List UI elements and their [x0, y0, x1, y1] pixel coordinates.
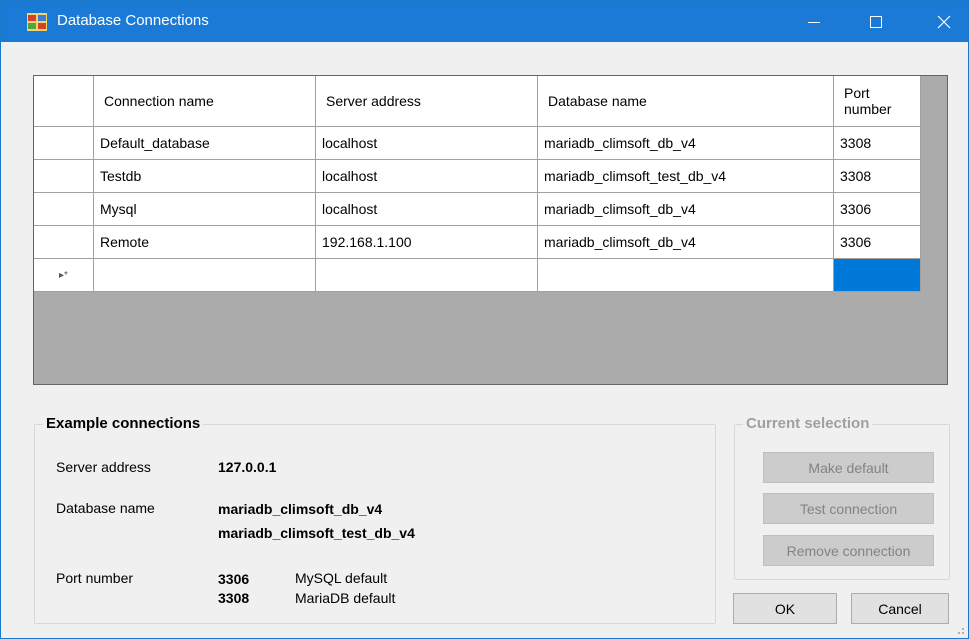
cell-port-number[interactable]: 3306 — [834, 193, 921, 226]
row-header[interactable] — [34, 226, 94, 259]
port-desc-1: MySQL default — [295, 570, 388, 586]
cell-connection-name[interactable]: Remote — [94, 226, 316, 259]
close-button[interactable] — [921, 1, 967, 42]
database-app-icon — [27, 13, 47, 31]
cell-database-name[interactable]: mariadb_climsoft_db_v4 — [538, 193, 834, 226]
server-address-value: 127.0.0.1 — [218, 459, 277, 475]
row-header-corner[interactable] — [34, 76, 94, 127]
cell-connection-name[interactable]: Testdb — [94, 160, 316, 193]
column-header-database-name[interactable]: Database name — [538, 76, 834, 127]
cell-server-address[interactable]: localhost — [316, 193, 538, 226]
example-connections-title: Example connections — [43, 415, 204, 432]
port-desc-2: MariaDB default — [295, 590, 396, 606]
connections-grid[interactable]: Connection name Server address Database … — [33, 75, 948, 385]
table-row[interactable]: Default_database localhost mariadb_clims… — [34, 127, 921, 160]
cell-database-name[interactable]: mariadb_climsoft_db_v4 — [538, 127, 834, 160]
cell-port-number-selected[interactable] — [834, 259, 921, 292]
cell-connection-name[interactable]: Mysql — [94, 193, 316, 226]
server-address-label: Server address — [56, 459, 151, 475]
make-default-button[interactable]: Make default — [763, 452, 934, 483]
database-name-value-2: mariadb_climsoft_test_db_v4 — [218, 525, 415, 541]
current-selection-group: Current selection Make default Test conn… — [734, 415, 950, 580]
cell-port-number[interactable]: 3308 — [834, 127, 921, 160]
database-name-label: Database name — [56, 500, 155, 516]
window-title: Database Connections — [57, 12, 209, 29]
cell-database-name[interactable]: mariadb_climsoft_test_db_v4 — [538, 160, 834, 193]
cell-database-name[interactable] — [538, 259, 834, 292]
resize-grip-icon[interactable] — [955, 625, 965, 635]
port-value-2: 3308 — [218, 590, 250, 606]
test-connection-button[interactable]: Test connection — [763, 493, 934, 524]
row-header[interactable] — [34, 160, 94, 193]
port-value-1: 3306 — [218, 571, 250, 587]
maximize-button[interactable] — [853, 1, 899, 42]
cell-connection-name[interactable]: Default_database — [94, 127, 316, 160]
database-name-value-1: mariadb_climsoft_db_v4 — [218, 501, 383, 517]
ok-button[interactable]: OK — [733, 593, 837, 624]
minimize-button[interactable] — [791, 1, 837, 42]
grid-header-row: Connection name Server address Database … — [34, 76, 921, 127]
table-row[interactable]: Testdb localhost mariadb_climsoft_test_d… — [34, 160, 921, 193]
minimize-icon — [808, 21, 820, 23]
title-bar[interactable]: Database Connections — [1, 1, 968, 42]
example-connections-group: Example connections Server address 127.0… — [34, 415, 716, 624]
new-row-marker[interactable]: ▸* — [34, 259, 94, 292]
remove-connection-button[interactable]: Remove connection — [763, 535, 934, 566]
maximize-icon — [870, 15, 882, 28]
table-row[interactable]: Mysql localhost mariadb_climsoft_db_v4 3… — [34, 193, 921, 226]
cell-server-address[interactable]: localhost — [316, 127, 538, 160]
port-number-label: Port number — [56, 570, 134, 586]
new-row[interactable]: ▸* — [34, 259, 921, 292]
close-icon — [937, 15, 951, 28]
cell-server-address[interactable]: 192.168.1.100 — [316, 226, 538, 259]
column-header-server-address[interactable]: Server address — [316, 76, 538, 127]
row-header[interactable] — [34, 127, 94, 160]
cell-server-address[interactable]: localhost — [316, 160, 538, 193]
cell-server-address[interactable] — [316, 259, 538, 292]
cell-connection-name[interactable] — [94, 259, 316, 292]
port-header-line1: Port — [844, 85, 870, 101]
database-connections-window: Database Connections Connection name Ser… — [0, 0, 969, 639]
port-header-line2: number — [844, 101, 892, 117]
column-header-connection-name[interactable]: Connection name — [94, 76, 316, 127]
table-row[interactable]: Remote 192.168.1.100 mariadb_climsoft_db… — [34, 226, 921, 259]
cancel-button[interactable]: Cancel — [851, 593, 949, 624]
current-selection-title: Current selection — [743, 415, 873, 432]
cell-database-name[interactable]: mariadb_climsoft_db_v4 — [538, 226, 834, 259]
cell-port-number[interactable]: 3308 — [834, 160, 921, 193]
row-header[interactable] — [34, 193, 94, 226]
cell-port-number[interactable]: 3306 — [834, 226, 921, 259]
column-header-port-number[interactable]: Port number — [834, 76, 921, 127]
